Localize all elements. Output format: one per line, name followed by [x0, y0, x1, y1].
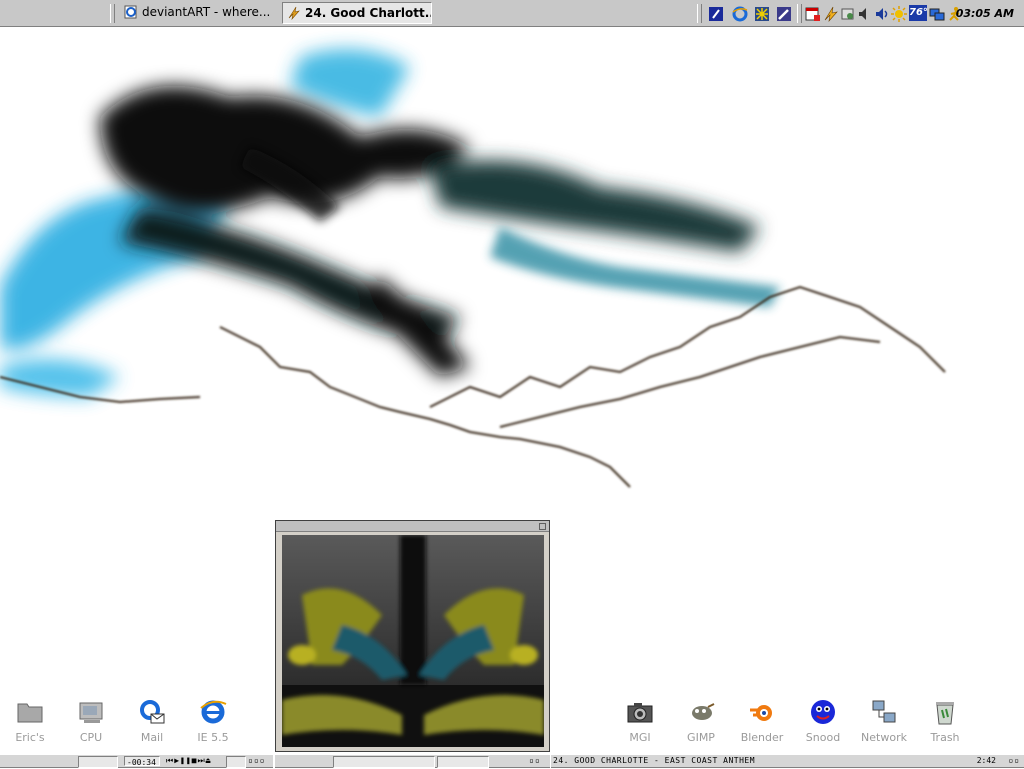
time-remaining: -00:34: [127, 758, 156, 767]
computer-icon: [79, 702, 103, 723]
clock[interactable]: 03:05 AM: [956, 7, 1014, 20]
snood-icon: [811, 700, 835, 724]
task-button-winamp[interactable]: 24. Good Charlott...: [282, 2, 432, 24]
desktop-icon-blender[interactable]: Blender: [734, 698, 790, 744]
visualization-window[interactable]: [275, 520, 550, 752]
shield-icon[interactable]: [708, 6, 724, 22]
winamp-lightning-icon: [288, 6, 300, 20]
task-label: 24. Good Charlott...: [305, 6, 432, 20]
visualization-canvas: [282, 535, 544, 747]
calendar-icon[interactable]: [805, 6, 821, 22]
desktop-icon-cpu[interactable]: CPU: [63, 698, 119, 744]
track-title: 24. GOOD CHARLOTTE - EAST COAST ANTHEM: [553, 756, 756, 765]
volume-icon[interactable]: [874, 6, 890, 22]
shuffle-repeat-buttons[interactable]: ▫▫▫: [248, 755, 265, 767]
playback-controls[interactable]: ⏮▶❚❚■⏭⏏: [166, 755, 211, 767]
desktop-icon-label: Snood: [805, 731, 841, 744]
seek-slider[interactable]: [333, 756, 435, 768]
desktop-icon-label: Eric's: [15, 731, 45, 744]
desktop-icon-trash[interactable]: Trash: [917, 698, 973, 744]
mail-icon: [140, 700, 165, 724]
desktop-icon-label: Blender: [740, 731, 784, 744]
player-bar: -00:34 ⏮▶❚❚■⏭⏏ ▫▫▫: [0, 754, 273, 768]
ie-page-icon: [124, 5, 137, 19]
desktop-icon-erics[interactable]: Eric's: [2, 698, 58, 744]
speaker-icon[interactable]: [856, 6, 872, 22]
time-display: -00:34: [124, 756, 160, 767]
minimize-icon[interactable]: ▫▫: [529, 755, 541, 767]
desktop-icon-mail[interactable]: Mail: [124, 698, 180, 744]
desktop-icon-ie55[interactable]: IE 5.5: [185, 698, 241, 744]
task-label: deviantART - where...: [142, 5, 271, 19]
desktop-icon-label: Network: [861, 731, 907, 744]
lightning-icon[interactable]: [823, 6, 839, 22]
trash-icon: [936, 702, 954, 725]
scroll-buttons[interactable]: ▫▫: [1008, 755, 1020, 767]
camera-icon: [627, 703, 653, 723]
sun-icon[interactable]: [891, 6, 907, 22]
desktop-icon-label: GIMP: [687, 731, 715, 744]
temperature-value: 76°: [909, 7, 928, 18]
blender-icon: [750, 705, 772, 721]
desktop-icon-label: IE 5.5: [197, 731, 229, 744]
folder-icon: [17, 703, 43, 723]
temperature-badge[interactable]: 76°: [909, 5, 928, 21]
balance-slider[interactable]: [437, 756, 489, 768]
desktop-icon-gimp[interactable]: GIMP: [673, 698, 729, 744]
tray-grip[interactable]: [697, 4, 702, 23]
spectrum-display: [78, 756, 118, 768]
network-star-icon[interactable]: [754, 6, 770, 22]
taskbar: deviantART - where... 24. Good Charlott.…: [0, 0, 1024, 27]
visualization-titlebar[interactable]: [276, 521, 549, 532]
gimp-icon: [692, 703, 715, 720]
desktop-icon-label: Trash: [930, 731, 960, 744]
desktop-icon-mgi[interactable]: MGI: [612, 698, 668, 744]
song-title-bar: 24. GOOD CHARLOTTE - EAST COAST ANTHEM 2…: [551, 754, 1024, 768]
taskbar-grip[interactable]: [110, 4, 115, 23]
desktop-icon-network[interactable]: Network: [856, 698, 912, 744]
ie-icon[interactable]: [732, 6, 748, 22]
system-tray: 76° 03:05 AM: [704, 2, 1020, 24]
ie-icon: [200, 700, 227, 724]
desktop-icon-label: CPU: [79, 731, 103, 744]
close-icon[interactable]: [539, 523, 546, 530]
seek-bar: ▫▫: [275, 754, 550, 768]
network-icon: [872, 700, 896, 723]
desktop-icon-label: Mail: [140, 731, 164, 744]
task-button-deviantart[interactable]: deviantART - where...: [120, 2, 272, 24]
tools-icon[interactable]: [840, 6, 856, 22]
volume-slider[interactable]: [226, 756, 246, 768]
desktop-wallpaper: [0, 49, 946, 488]
track-time: 2:42: [976, 756, 996, 765]
desktop-icon-snood[interactable]: Snood: [795, 698, 851, 744]
monitor-icon[interactable]: [929, 6, 945, 22]
tray-separator: [797, 4, 802, 23]
desktop-icon-label: MGI: [629, 731, 651, 744]
pencil-icon[interactable]: [776, 6, 792, 22]
